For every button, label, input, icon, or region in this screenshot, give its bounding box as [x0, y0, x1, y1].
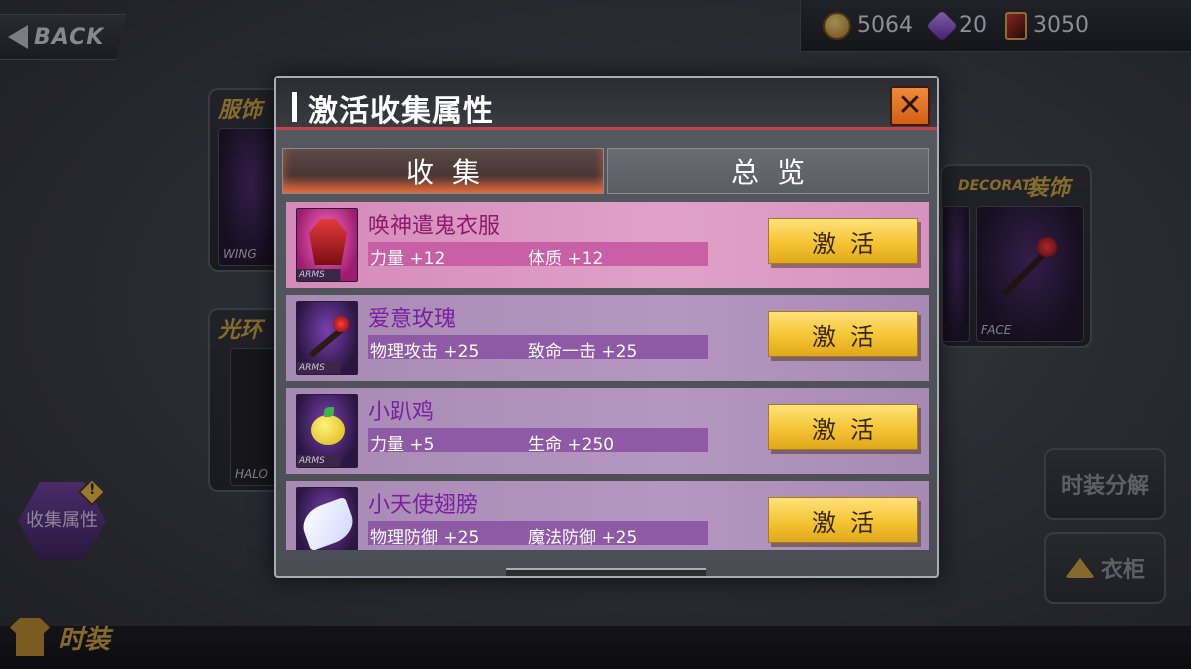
dialog-title: 激活收集属性: [308, 94, 494, 129]
item-name: 小天使翅膀: [368, 493, 479, 518]
stat-1: 物理防御 +25: [370, 528, 480, 548]
tab-overview[interactable]: 总览: [607, 148, 929, 194]
item-tag: ARMS: [297, 362, 357, 374]
activate-button[interactable]: 激活: [768, 497, 918, 543]
item-icon-chick[interactable]: ARMS: [296, 394, 358, 468]
item-icon-rose[interactable]: ARMS: [296, 301, 358, 375]
stat-bar: 力量 +5 生命 +250: [368, 428, 708, 455]
item-icon-robe[interactable]: ARMS: [296, 208, 358, 282]
stat-2: 魔法防御 +25: [528, 528, 638, 548]
stat-1: 力量 +5: [370, 435, 435, 455]
collect-attributes-dialog: 激活收集属性 ✕ 收集 总览 ARMS 唤神遣鬼衣服 力量 +12 体质 +12…: [274, 76, 939, 578]
stat-bar: 力量 +12 体质 +12: [368, 242, 708, 269]
stat-2: 生命 +250: [528, 435, 615, 455]
item-tag: ARMS: [297, 269, 357, 281]
list-item: 小天使翅膀 物理防御 +25 魔法防御 +25 激活: [286, 481, 929, 550]
robe-icon: [309, 219, 347, 265]
tab-collect[interactable]: 收集: [282, 148, 604, 194]
list-item: ARMS 唤神遣鬼衣服 力量 +12 体质 +12 激活: [286, 202, 929, 288]
list-item: ARMS 小趴鸡 力量 +5 生命 +250 激活: [286, 388, 929, 474]
item-name: 小趴鸡: [368, 400, 435, 425]
stat-1: 物理攻击 +25: [370, 342, 480, 362]
item-list[interactable]: ARMS 唤神遣鬼衣服 力量 +12 体质 +12 激活 ARMS 爱意玫瑰 物…: [286, 202, 929, 550]
stat-1: 力量 +12: [370, 249, 446, 269]
activate-button[interactable]: 激活: [768, 218, 918, 264]
stat-bar: 物理防御 +25 魔法防御 +25: [368, 521, 708, 548]
wing-icon: [297, 496, 357, 550]
item-icon-wing[interactable]: [296, 487, 358, 550]
close-button[interactable]: ✕: [890, 86, 930, 126]
close-icon: ✕: [897, 88, 923, 123]
dialog-footer: [506, 568, 706, 576]
stat-2: 体质 +12: [528, 249, 604, 269]
activate-button[interactable]: 激活: [768, 311, 918, 357]
chick-icon: [311, 415, 345, 445]
title-accent: [292, 92, 297, 122]
tab-collect-label: 收集: [405, 156, 498, 189]
leaf-icon: [324, 407, 334, 417]
item-name: 爱意玫瑰: [368, 307, 457, 332]
list-item: ARMS 爱意玫瑰 物理攻击 +25 致命一击 +25 激活: [286, 295, 929, 381]
activate-button[interactable]: 激活: [768, 404, 918, 450]
item-tag: ARMS: [297, 455, 357, 467]
stat-bar: 物理攻击 +25 致命一击 +25: [368, 335, 708, 362]
rose-head-icon: [333, 316, 349, 332]
item-name: 唤神遣鬼衣服: [368, 214, 501, 239]
stat-2: 致命一击 +25: [528, 342, 638, 362]
tab-overview-label: 总览: [730, 156, 823, 189]
dialog-header: 激活收集属性 ✕: [276, 78, 937, 130]
